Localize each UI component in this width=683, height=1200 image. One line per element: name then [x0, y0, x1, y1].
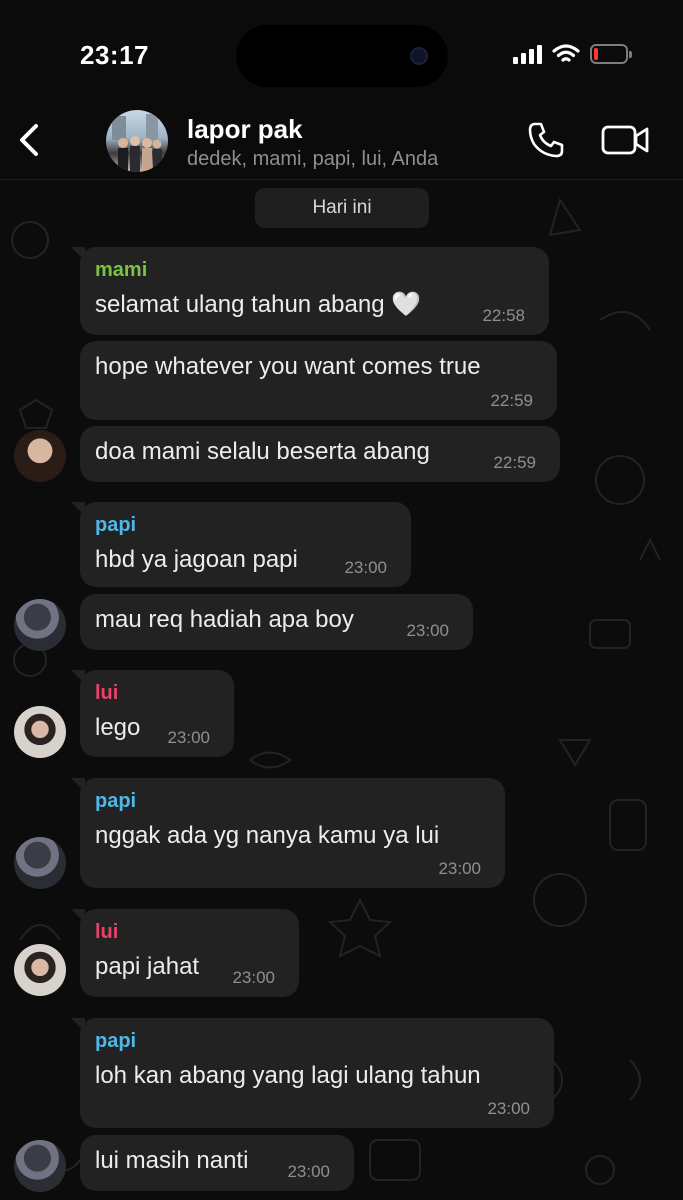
voice-call-button[interactable] — [526, 120, 566, 160]
sender-name: papi — [95, 1030, 137, 1052]
back-button[interactable] — [12, 118, 48, 162]
avatar-lui[interactable] — [14, 706, 66, 758]
message-bubble[interactable]: papi hbd ya jagoan papi 23:00 — [71, 502, 411, 587]
message-time: 22:59 — [493, 453, 536, 472]
avatar-lui[interactable] — [14, 944, 66, 996]
date-separator: Hari ini — [255, 188, 429, 228]
sender-name: mami — [95, 259, 148, 281]
group-members-list[interactable]: dedek, mami, papi, lui, Anda — [187, 148, 438, 171]
battery-level — [594, 48, 598, 60]
message-text: nggak ada yg nanya kamu ya lui — [95, 822, 440, 849]
message-text: mau req hadiah apa boy — [95, 606, 354, 633]
sender-name: papi — [95, 514, 137, 536]
status-icons — [513, 43, 632, 65]
message-text: loh kan abang yang lagi ulang tahun — [95, 1062, 481, 1089]
status-time: 23:17 — [80, 40, 149, 70]
group-photo-icon — [112, 114, 162, 172]
message-bubble[interactable]: mau req hadiah apa boy 23:00 — [80, 594, 473, 650]
video-camera-icon — [601, 125, 649, 155]
sender-name: lui — [95, 682, 119, 704]
message-time: 23:00 — [487, 1099, 530, 1118]
chat-messages-area[interactable]: Hari ini mami selamat ulang tahun abang … — [0, 180, 683, 1200]
message-time: 22:58 — [482, 306, 525, 325]
sender-name: papi — [95, 790, 137, 812]
message-time: 23:00 — [438, 859, 481, 878]
message-bubble[interactable]: lui papi jahat 23:00 — [71, 909, 299, 997]
message-bubble[interactable]: hope whatever you want comes true 22:59 — [80, 341, 557, 420]
message-bubble[interactable]: lui lego 23:00 — [71, 670, 234, 757]
message-text: hope whatever you want comes true — [95, 353, 481, 380]
message-text: selamat ulang tahun abang 🤍 — [95, 291, 422, 318]
message-time: 23:00 — [232, 968, 275, 987]
message-bubble[interactable]: doa mami selalu beserta abang 22:59 — [80, 426, 560, 482]
avatar-papi[interactable] — [14, 599, 66, 651]
message-bubble[interactable]: papi loh kan abang yang lagi ulang tahun… — [71, 1018, 554, 1128]
group-avatar[interactable] — [106, 110, 168, 172]
message-time: 23:00 — [344, 558, 387, 577]
battery-icon — [590, 44, 632, 64]
avatar-papi[interactable] — [14, 837, 66, 889]
message-time: 22:59 — [490, 391, 533, 410]
wifi-icon — [552, 44, 580, 62]
message-time: 23:00 — [167, 728, 210, 747]
message-time: 23:00 — [406, 621, 449, 640]
avatar-papi[interactable] — [14, 1140, 66, 1192]
cellular-signal-icon — [513, 44, 542, 64]
message-bubble[interactable]: papi nggak ada yg nanya kamu ya lui 23:0… — [71, 778, 505, 888]
avatar-mami[interactable] — [14, 430, 66, 482]
video-call-button[interactable] — [600, 122, 650, 158]
phone-icon — [528, 122, 564, 158]
dynamic-island — [236, 25, 448, 87]
message-bubble[interactable]: mami selamat ulang tahun abang 🤍 22:58 — [71, 247, 549, 335]
status-bar: 23:17 — [0, 0, 683, 100]
message-text: doa mami selalu beserta abang — [95, 438, 430, 465]
chat-header: lapor pak dedek, mami, papi, lui, Anda — [0, 100, 683, 180]
message-bubble[interactable]: lui masih nanti 23:00 — [80, 1135, 354, 1191]
message-time: 23:00 — [287, 1162, 330, 1181]
group-title[interactable]: lapor pak — [187, 114, 303, 145]
sender-name: lui — [95, 921, 119, 943]
chevron-left-icon — [20, 124, 38, 156]
front-camera-icon — [410, 47, 428, 65]
